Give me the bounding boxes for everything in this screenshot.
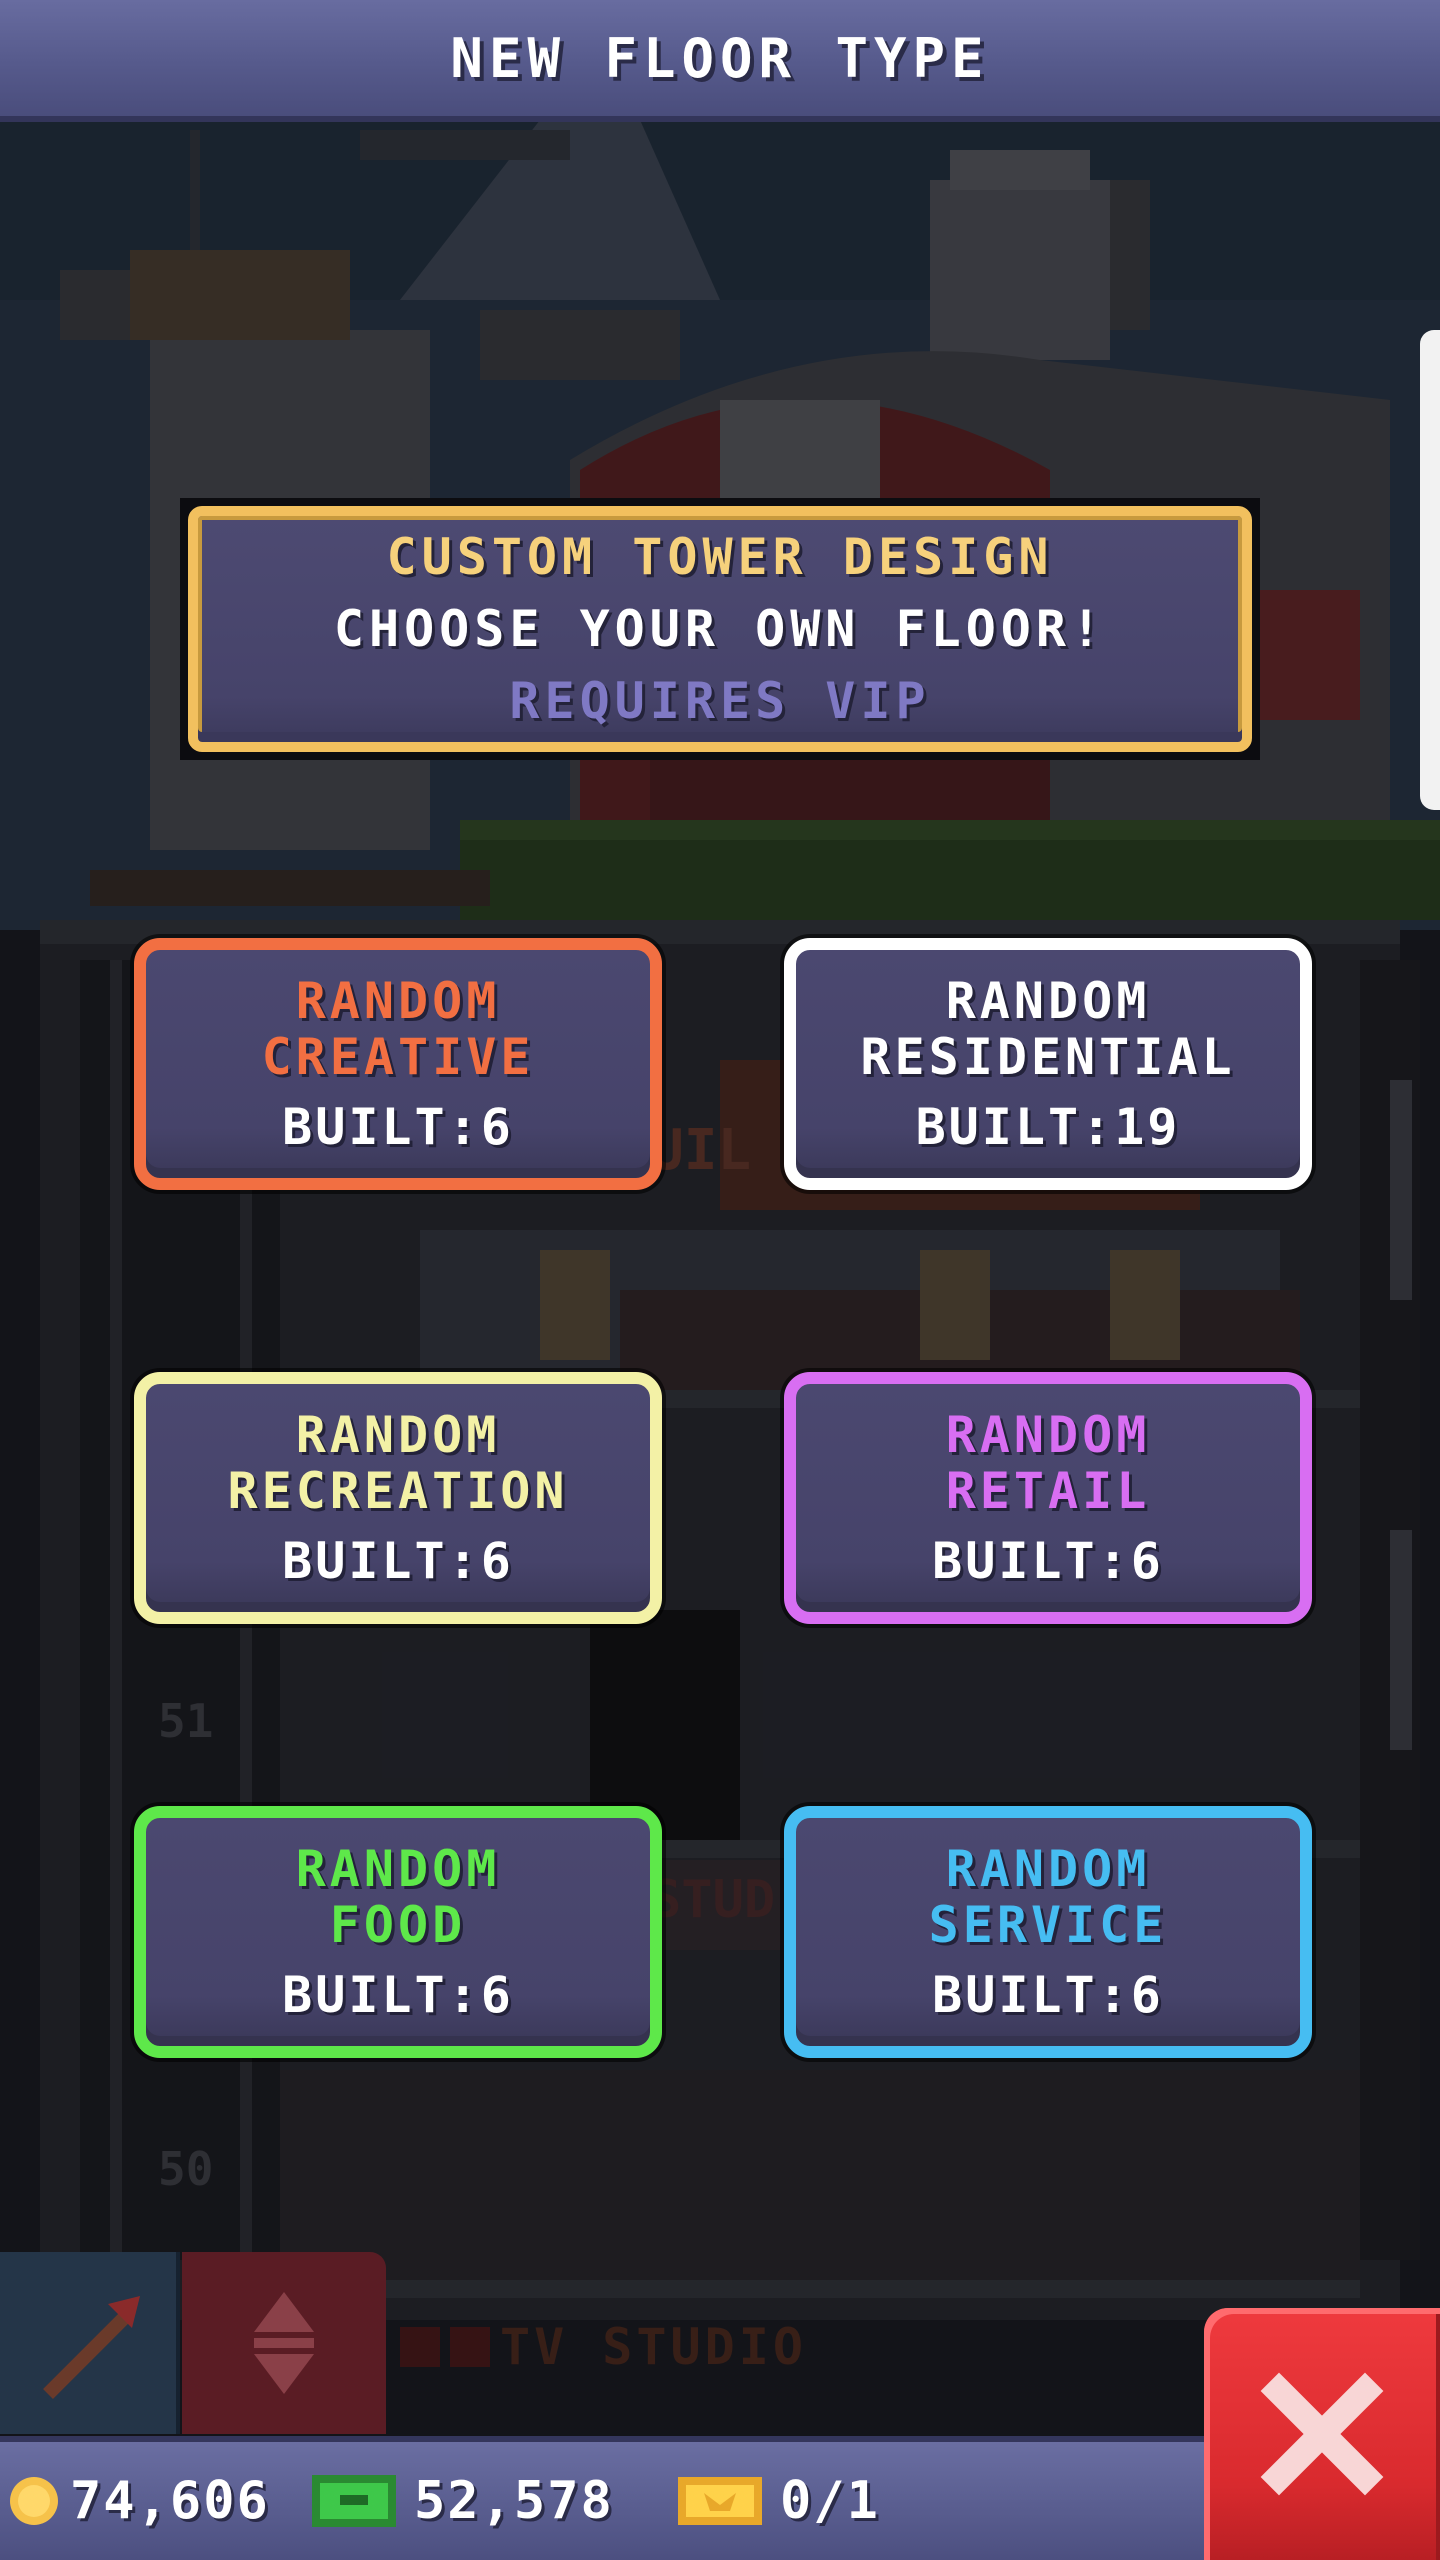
- category-label-line2: FOOD: [329, 1896, 467, 1954]
- built-value: 6: [1130, 1532, 1164, 1590]
- built-value: 6: [1130, 1966, 1164, 2024]
- coin-icon: [10, 2477, 58, 2525]
- built-count: BUILT:6: [932, 1533, 1164, 1589]
- category-label-line2: RETAIL: [945, 1462, 1151, 1520]
- pickaxe-tool-button[interactable]: [0, 2252, 180, 2434]
- vip-ticket-value: 0/1: [780, 2471, 880, 2531]
- custom-tower-design-button[interactable]: CUSTOM TOWER DESIGN CHOOSE YOUR OWN FLOO…: [180, 498, 1260, 760]
- category-label-line1: RANDOM: [295, 1840, 501, 1898]
- game-screen: 51 50 UIL STUD TV STUDIO NEW FLOOR TYPE …: [0, 0, 1440, 2560]
- category-label-line2: SERVICE: [928, 1896, 1168, 1954]
- random-creative-button[interactable]: RANDOM CREATIVE BUILT:6: [134, 938, 662, 1190]
- built-label: BUILT:: [282, 1532, 481, 1590]
- built-value: 6: [480, 1532, 514, 1590]
- pickaxe-icon: [43, 2296, 140, 2399]
- bux-icon: [312, 2475, 396, 2527]
- bottom-tool-buttons: [0, 2252, 386, 2434]
- built-label: BUILT:: [282, 1098, 481, 1156]
- vip-requirement-label: REQUIRES VIP: [509, 672, 931, 730]
- random-retail-button[interactable]: RANDOM RETAIL BUILT:6: [784, 1372, 1312, 1624]
- close-icon: [1260, 2372, 1384, 2496]
- random-service-button[interactable]: RANDOM SERVICE BUILT:6: [784, 1806, 1312, 2058]
- built-count: BUILT:6: [282, 1533, 514, 1589]
- coins-value: 74,606: [70, 2471, 270, 2531]
- built-value: 6: [480, 1098, 514, 1156]
- modal-header: NEW FLOOR TYPE: [0, 0, 1440, 122]
- vip-ticket-counter: 0/1: [676, 2442, 880, 2560]
- close-button[interactable]: [1204, 2308, 1440, 2560]
- random-food-button[interactable]: RANDOM FOOD BUILT:6: [134, 1806, 662, 2058]
- vip-panel-frame: CUSTOM TOWER DESIGN CHOOSE YOUR OWN FLOO…: [188, 506, 1252, 752]
- category-label-line1: RANDOM: [945, 1406, 1151, 1464]
- modal-title: NEW FLOOR TYPE: [450, 26, 990, 90]
- bux-counter: 52,578: [310, 2442, 614, 2560]
- built-count: BUILT:19: [916, 1099, 1181, 1155]
- side-drawer-tab[interactable]: [1420, 330, 1440, 810]
- built-label: BUILT:: [915, 1098, 1115, 1156]
- category-label-line2: RECREATION: [227, 1462, 569, 1520]
- category-label-line1: RANDOM: [945, 1840, 1151, 1898]
- random-recreation-button[interactable]: RANDOM RECREATION BUILT:6: [134, 1372, 662, 1624]
- category-label-line2: RESIDENTIAL: [860, 1028, 1236, 1086]
- built-label: BUILT:: [282, 1966, 481, 2024]
- coins-counter: 74,606: [6, 2442, 270, 2560]
- vip-panel-title: CUSTOM TOWER DESIGN: [386, 528, 1054, 586]
- category-label-line1: RANDOM: [295, 972, 501, 1030]
- golden-ticket-icon: [678, 2477, 762, 2525]
- elevator-button[interactable]: [182, 2252, 386, 2434]
- built-label: BUILT:: [932, 1966, 1131, 2024]
- modal-dim-overlay: [0, 0, 1440, 2560]
- elevator-arrows-icon: [254, 2292, 314, 2394]
- built-count: BUILT:6: [932, 1967, 1164, 2023]
- random-residential-button[interactable]: RANDOM RESIDENTIAL BUILT:19: [784, 938, 1312, 1190]
- built-value: 6: [480, 1966, 514, 2024]
- built-count: BUILT:6: [282, 1967, 514, 2023]
- built-label: BUILT:: [932, 1532, 1131, 1590]
- built-count: BUILT:6: [282, 1099, 514, 1155]
- category-label-line1: RANDOM: [945, 972, 1151, 1030]
- vip-panel-subtitle: CHOOSE YOUR OWN FLOOR!: [333, 600, 1107, 658]
- built-value: 19: [1114, 1098, 1181, 1156]
- bux-value: 52,578: [414, 2471, 614, 2531]
- category-label-line2: CREATIVE: [261, 1028, 535, 1086]
- category-label-line1: RANDOM: [295, 1406, 501, 1464]
